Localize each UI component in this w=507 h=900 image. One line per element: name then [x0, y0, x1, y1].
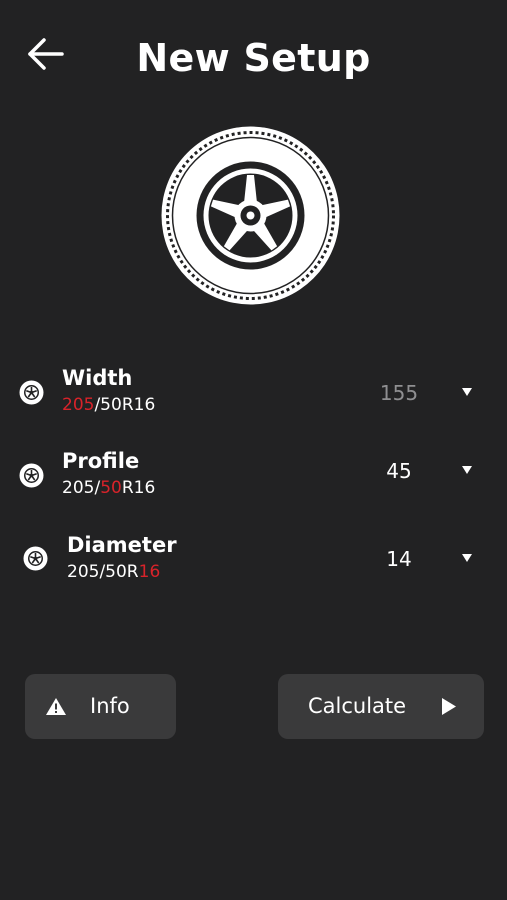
tire-icon — [19, 380, 44, 405]
diameter-label: Diameter — [67, 533, 177, 557]
chevron-down-icon — [462, 388, 472, 396]
width-size-highlight: 205 — [62, 395, 95, 415]
profile-size-prefix: 205/ — [62, 478, 101, 498]
play-icon — [442, 698, 456, 715]
tire-icon — [19, 463, 44, 488]
new-setup-screen: New Setup Width 205/50R16 155 Profile 20… — [0, 0, 507, 900]
tire-wheel-icon — [161, 126, 340, 305]
width-value: 155 — [379, 381, 419, 405]
profile-label: Profile — [62, 449, 140, 473]
calculate-button-label: Calculate — [308, 694, 407, 718]
profile-size-suffix: R16 — [121, 478, 156, 498]
diameter-size-highlight: 16 — [138, 562, 161, 582]
calculate-button[interactable]: Calculate — [278, 674, 484, 739]
width-select[interactable]: 155 — [360, 375, 490, 411]
width-size-text: 205/50R16 — [62, 395, 155, 415]
profile-size-highlight: 50 — [100, 478, 122, 498]
profile-size-text: 205/50R16 — [62, 478, 155, 498]
diameter-size-prefix: 205/50R — [67, 562, 139, 582]
warning-icon — [46, 698, 66, 715]
diameter-select[interactable]: 14 — [360, 541, 490, 577]
width-size-rest: /50R16 — [94, 395, 156, 415]
profile-select[interactable]: 45 — [360, 453, 490, 489]
width-label: Width — [62, 366, 133, 390]
info-button[interactable]: Info — [25, 674, 176, 739]
info-button-label: Info — [90, 694, 130, 718]
diameter-value: 14 — [386, 547, 412, 571]
diameter-size-text: 205/50R16 — [67, 562, 160, 582]
page-title: New Setup — [136, 36, 371, 80]
profile-row: Profile 205/50R16 45 — [0, 449, 507, 507]
tire-icon — [23, 546, 48, 571]
chevron-down-icon — [462, 554, 472, 562]
profile-value: 45 — [386, 459, 412, 483]
width-row: Width 205/50R16 155 — [0, 366, 507, 424]
diameter-row: Diameter 205/50R16 14 — [0, 533, 507, 591]
chevron-down-icon — [462, 466, 472, 474]
